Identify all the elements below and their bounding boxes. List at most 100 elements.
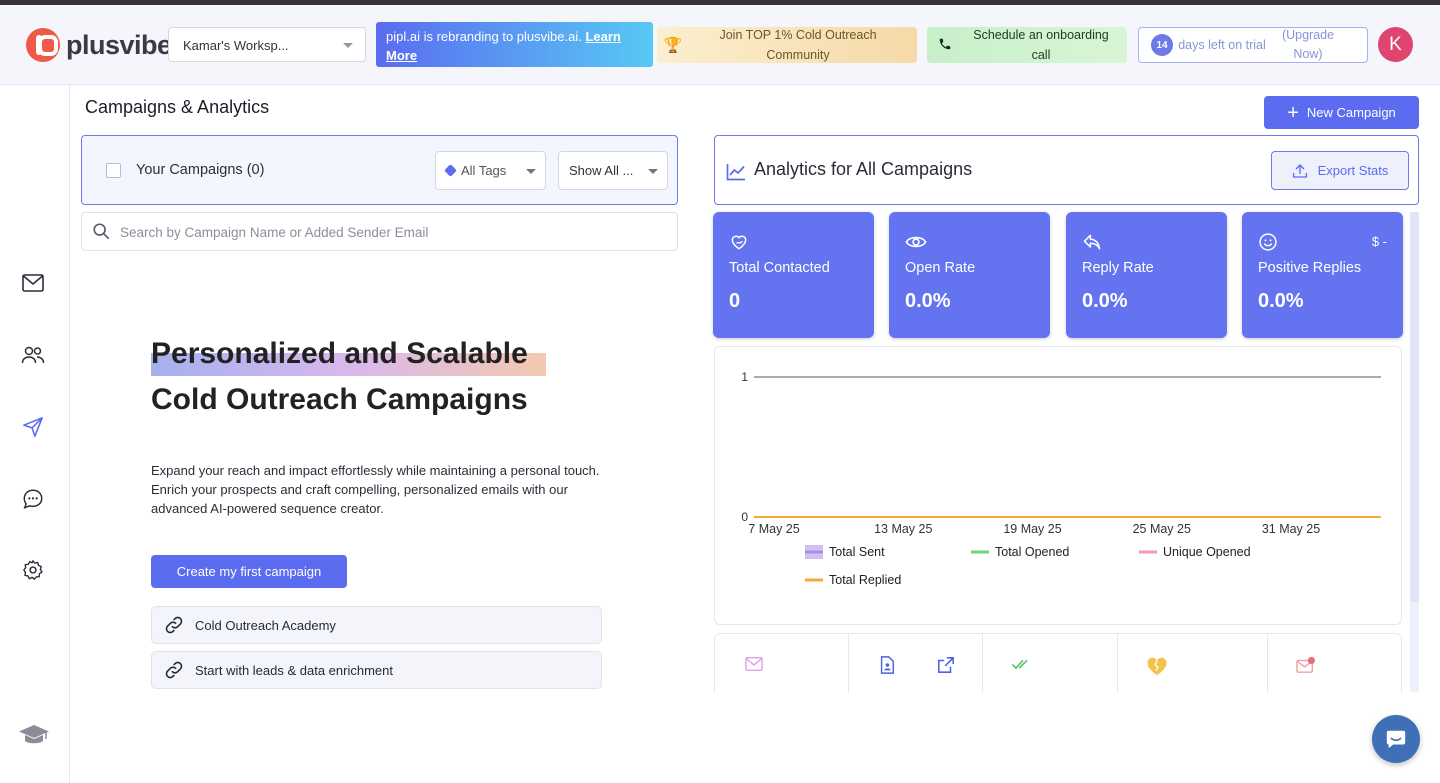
double-check-icon (1011, 659, 1028, 670)
stat-card-total-contacted: Total Contacted 0 (713, 212, 874, 338)
document-icon (880, 656, 895, 674)
legend-label: Total Sent (829, 545, 885, 559)
stat-card-positive-replies: $ - Positive Replies 0.0% (1242, 212, 1403, 338)
academy-link-label: Cold Outreach Academy (195, 617, 336, 633)
export-stats-label: Export Stats (1317, 163, 1389, 178)
search-input[interactable] (120, 221, 660, 243)
breakdown-cell (983, 634, 1118, 693)
chat-icon (1386, 730, 1406, 749)
x-tick-label: 31 May 25 (1262, 522, 1320, 536)
onboarding-call-banner[interactable]: Schedule an onboarding call (927, 27, 1127, 63)
plusvibe-logo[interactable]: plusvibe (26, 28, 172, 62)
mail-alert-icon (1296, 656, 1315, 673)
new-campaign-button[interactable]: + New Campaign (1264, 96, 1419, 129)
tags-filter-value: All Tags (461, 163, 507, 178)
empty-state-title-line2: Cold Outreach Campaigns (151, 383, 528, 416)
breakdown-cell (849, 634, 983, 693)
leads-enrichment-link-label: Start with leads & data enrichment (195, 662, 393, 678)
export-stats-button[interactable]: Export Stats (1271, 151, 1409, 190)
upgrade-link[interactable]: (Upgrade Now) (1273, 26, 1343, 64)
chevron-down-icon (343, 43, 353, 48)
rebrand-text: pipl.ai is rebranding to plusvibe.ai. (386, 29, 582, 44)
empty-state-title-line1: Personalized and Scalable (151, 337, 528, 370)
rebrand-banner: pipl.ai is rebranding to plusvibe.ai. Le… (376, 22, 653, 67)
trial-banner[interactable]: 14 days left on trial (Upgrade Now) (1138, 27, 1368, 63)
community-banner[interactable]: 🏆 Join TOP 1% Cold Outreach Community (657, 27, 917, 63)
empty-state-description: Expand your reach and impact effortlessl… (151, 463, 600, 516)
status-filter-select[interactable]: Show All ... (558, 151, 668, 190)
academy-link[interactable]: Cold Outreach Academy (151, 606, 602, 644)
select-all-checkbox[interactable] (106, 163, 121, 178)
users-icon[interactable] (20, 342, 46, 368)
stat-label: Reply Rate (1082, 260, 1154, 276)
analytics-header: Analytics for All Campaigns Export Stats (714, 135, 1419, 205)
campaign-search (81, 212, 678, 251)
tags-filter-select[interactable]: All Tags (435, 151, 546, 190)
eye-icon (905, 232, 927, 257)
stat-label: Total Contacted (729, 260, 830, 276)
campaigns-toolbar: Your Campaigns (0) All Tags Show All ... (81, 135, 678, 205)
plus-icon: + (1287, 101, 1299, 124)
workspace-name: Kamar's Worksp... (183, 38, 289, 53)
breakdown-cell (1118, 634, 1268, 693)
chevron-down-icon (526, 169, 536, 174)
leads-enrichment-link[interactable]: Start with leads & data enrichment (151, 651, 602, 689)
scrollbar-thumb[interactable] (1410, 212, 1419, 602)
stat-card-reply-rate: Reply Rate 0.0% (1066, 212, 1227, 338)
onboarding-text: Schedule an onboarding call (973, 28, 1109, 62)
trial-text: days left on trial (1178, 37, 1266, 52)
x-tick-label: 13 May 25 (874, 522, 932, 536)
send-icon[interactable] (20, 414, 46, 440)
legend-label: Total Replied (829, 573, 901, 587)
y-tick-label: 1 (741, 370, 748, 384)
stat-value: 0.0% (905, 290, 951, 312)
avatar[interactable]: K (1378, 27, 1413, 62)
broken-heart-icon (1147, 657, 1167, 676)
link-icon (165, 616, 183, 634)
support-chat-button[interactable] (1372, 715, 1420, 763)
stat-card-open-rate: Open Rate 0.0% (889, 212, 1050, 338)
new-campaign-label: New Campaign (1306, 105, 1396, 120)
page-title: Campaigns & Analytics (85, 97, 270, 117)
search-icon (92, 222, 110, 245)
trophy-icon: 🏆 (663, 37, 683, 54)
reply-icon (1082, 232, 1102, 257)
workspace-select[interactable]: Kamar's Worksp... (168, 27, 366, 62)
upload-icon (1292, 163, 1307, 178)
analytics-scrollbar[interactable] (1410, 212, 1419, 692)
analytics-chart: 0 1 7 May 25 13 May 25 19 May 25 25 May 25 31 … (714, 346, 1402, 625)
mail-icon[interactable] (20, 270, 46, 296)
breakdown-cell (715, 634, 849, 693)
line-chart: 0 1 7 May 25 13 May 25 19 May 25 25 May 25 31 … (741, 370, 1381, 587)
mail-icon (745, 656, 763, 672)
stat-value: 0.0% (1258, 290, 1304, 312)
x-tick-label: 7 May 25 (748, 522, 799, 536)
trial-days-badge: 14 (1151, 34, 1173, 56)
line-chart-icon (726, 163, 746, 186)
graduation-cap-icon[interactable] (18, 721, 50, 747)
legend-label: Total Opened (995, 545, 1069, 559)
chat-icon[interactable] (20, 486, 46, 512)
analytics-title: Analytics for All Campaigns (754, 159, 973, 179)
gear-icon[interactable] (20, 557, 46, 583)
analytics-breakdown (714, 633, 1402, 693)
legend-label: Unique Opened (1163, 545, 1251, 559)
stat-value: 0.0% (1082, 290, 1128, 312)
create-first-campaign-button[interactable]: Create my first campaign (151, 555, 347, 588)
top-header: plusvibe Kamar's Worksp... pipl.ai is re… (0, 5, 1440, 85)
chevron-down-icon (648, 169, 658, 174)
stat-revenue: $ - (1371, 234, 1387, 249)
heart-hand-icon (729, 232, 749, 257)
status-filter-value: Show All ... (569, 163, 634, 178)
tag-icon (444, 164, 457, 177)
smile-icon (1258, 232, 1278, 257)
sidebar (0, 85, 70, 783)
x-tick-label: 19 May 25 (1003, 522, 1061, 536)
brand-name: plusvibe (66, 29, 172, 60)
stat-label: Positive Replies (1258, 260, 1362, 276)
campaigns-count-label: Your Campaigns (0) (136, 162, 265, 178)
x-tick-label: 25 May 25 (1133, 522, 1191, 536)
link-icon (165, 661, 183, 679)
community-text: Join TOP 1% Cold Outreach Community (719, 28, 877, 62)
logo-mark-icon (26, 28, 60, 62)
